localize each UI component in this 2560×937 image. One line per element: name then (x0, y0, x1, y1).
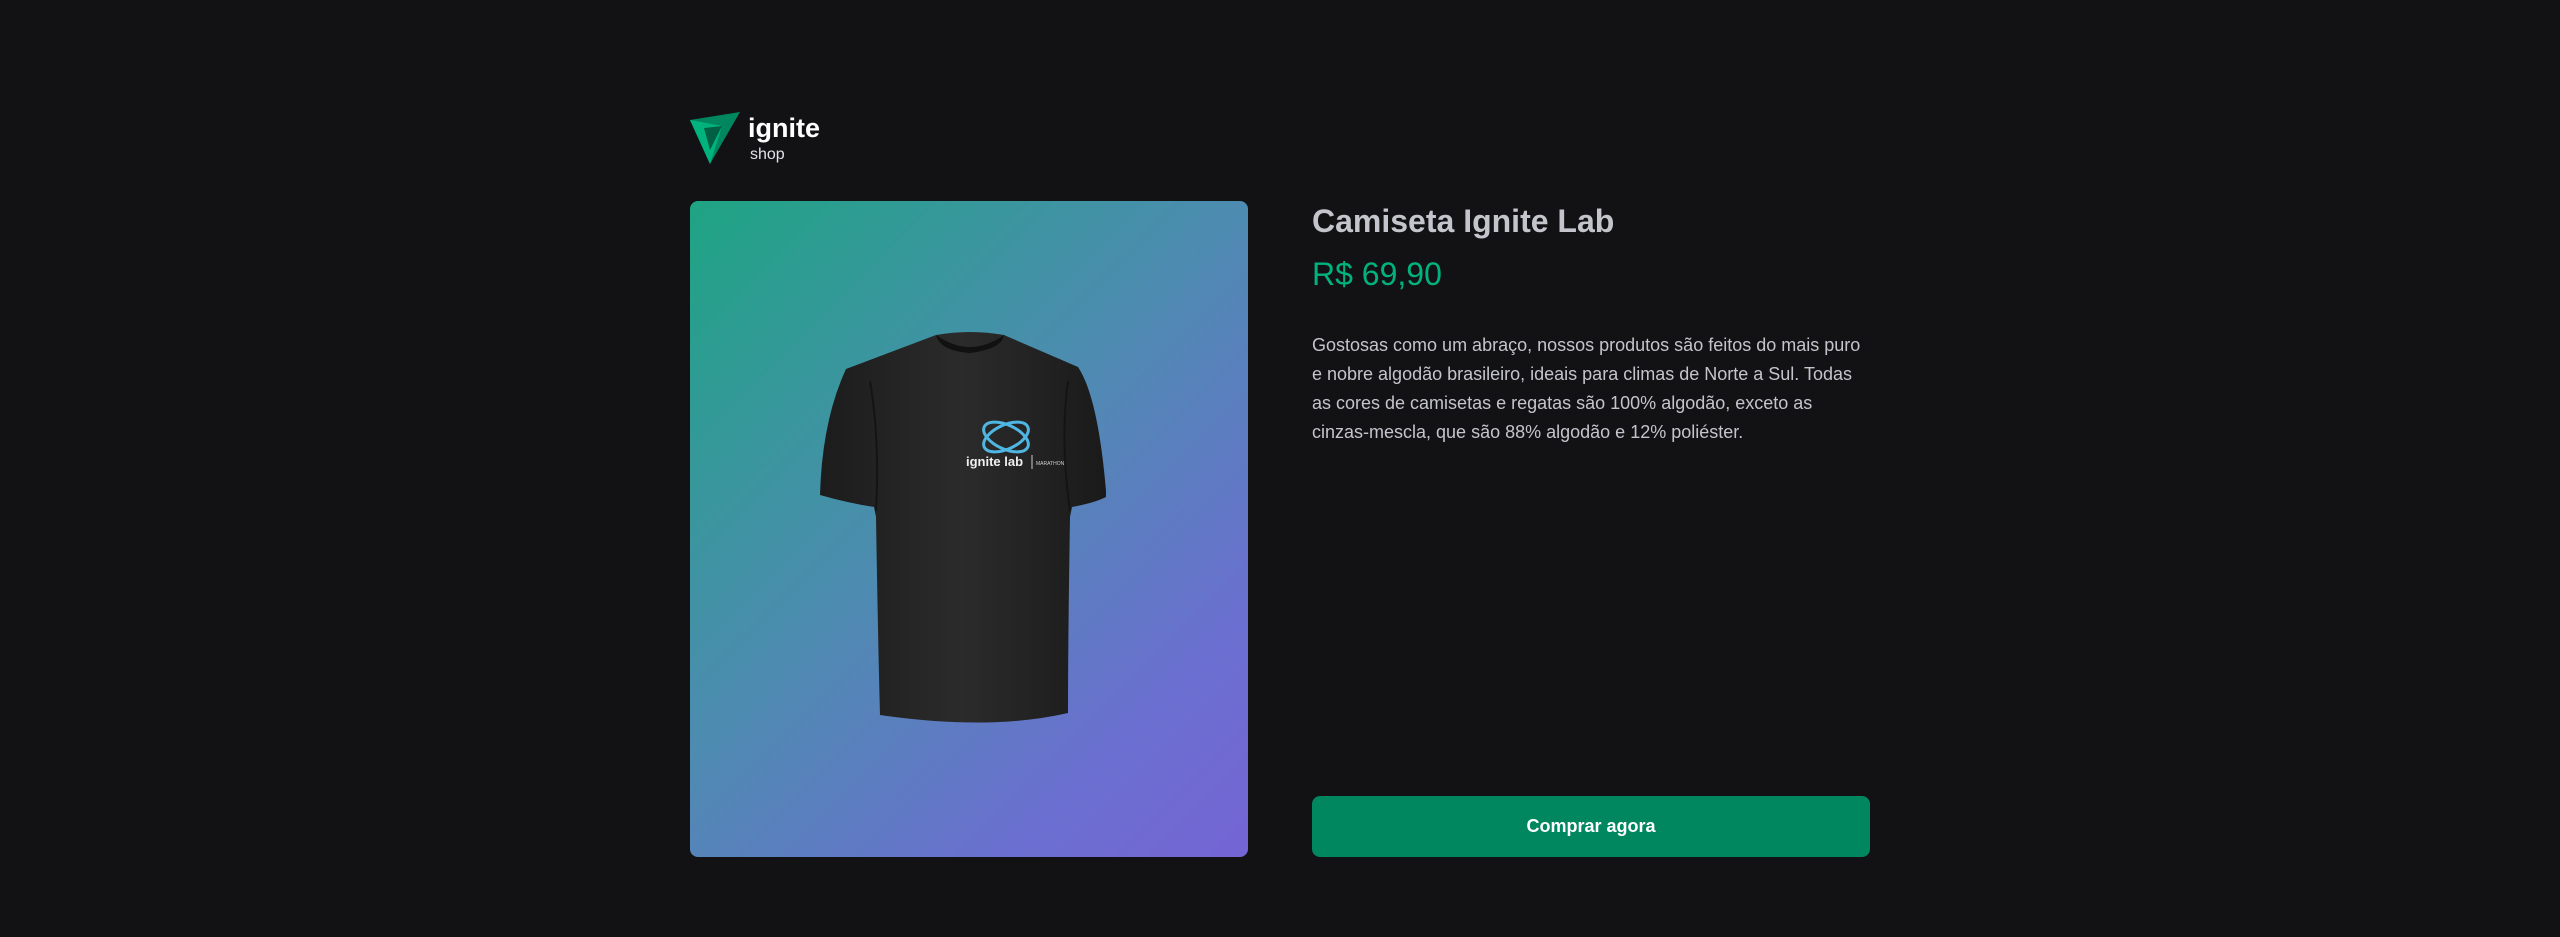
product-description: Gostosas como um abraço, nossos produtos… (1312, 335, 1861, 442)
logo-subtitle: shop (750, 146, 785, 163)
site-header: ignite shop (688, 110, 820, 166)
ignite-triangle-logo-icon (690, 112, 740, 164)
product-image-container: ignite lab MARATHON (690, 201, 1248, 857)
tshirt-image: ignite lab MARATHON (820, 332, 1106, 723)
product-price: R$ 69,90 (1312, 256, 1442, 292)
product-details: Camiseta Ignite Lab R$ 69,90 Gostosas co… (1312, 201, 1870, 857)
logo-text: ignite shop (748, 110, 820, 166)
product-page: ignite shop ignite lab MARATHON Camiseta… (0, 0, 2560, 937)
buy-now-button[interactable]: Comprar agora (1312, 796, 1870, 857)
home-link[interactable]: ignite shop (688, 110, 820, 166)
product-name: Camiseta Ignite Lab (1312, 203, 1615, 239)
shirt-print-title: ignite lab (966, 454, 1023, 469)
shirt-print-sub: MARATHON (1036, 461, 1065, 467)
logo-title: ignite (748, 113, 820, 143)
